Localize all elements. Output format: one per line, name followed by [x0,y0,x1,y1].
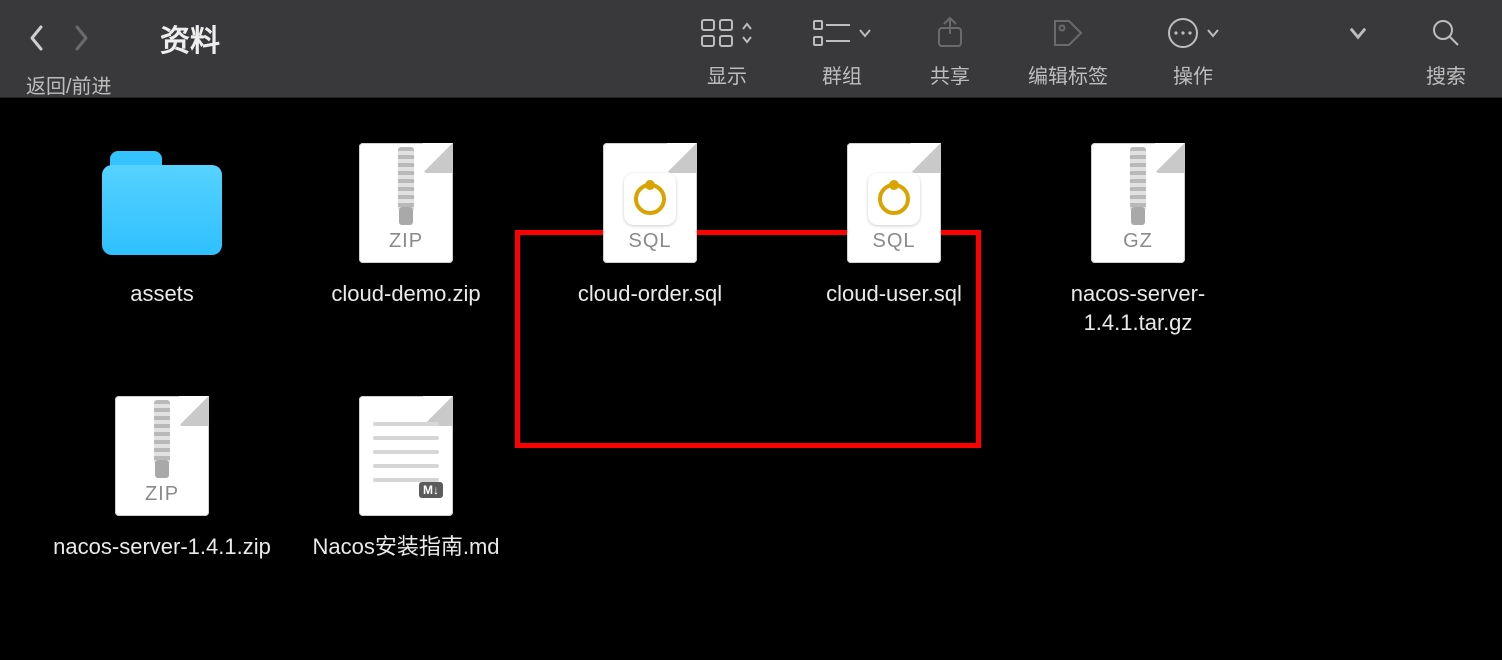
nav-row: 资料 [26,16,220,60]
file-label: assets [130,280,194,309]
toolbar-right: 显示 群组 共享 [700,0,1466,89]
file-item-sql[interactable]: SQL cloud-order.sql [528,138,772,337]
toolbar-action[interactable]: 操作 [1166,14,1220,89]
zip-file-icon: ZIP [346,138,466,268]
file-ext: SQL [603,230,697,253]
file-ext: SQL [847,230,941,253]
toolbar-share-label: 共享 [930,60,970,89]
file-item-gz[interactable]: GZ nacos-server-1.4.1.tar.gz [1016,138,1260,337]
file-label: cloud-user.sql [826,280,962,309]
group-icon [812,14,872,52]
sql-file-icon: SQL [834,138,954,268]
file-ext: ZIP [359,230,453,253]
toolbar-overflow[interactable] [1348,14,1368,60]
toolbar-action-label: 操作 [1173,60,1213,89]
grid-view-icon [700,14,754,52]
action-icon [1166,14,1220,52]
window-title: 资料 [160,16,220,60]
toolbar-group-label: 群组 [822,60,862,89]
toolbar-left: 资料 返回/前进 [26,0,220,99]
file-ext: ZIP [115,483,209,506]
forward-button[interactable] [70,20,92,56]
toolbar-search-label: 搜索 [1426,60,1466,89]
chevron-down-icon [1348,14,1368,52]
toolbar-search[interactable]: 搜索 [1426,14,1466,89]
file-item-md[interactable]: M↓ Nacos安装指南.md [284,391,528,562]
file-label: nacos-server-1.4.1.tar.gz [1023,280,1253,337]
gz-file-icon: GZ [1078,138,1198,268]
tag-icon [1051,14,1085,52]
toolbar-group[interactable]: 群组 [812,14,872,89]
file-label: Nacos安装指南.md [312,533,499,562]
sql-file-icon: SQL [590,138,710,268]
file-label: cloud-demo.zip [331,280,480,309]
toolbar-tags-label: 编辑标签 [1028,60,1108,89]
up-down-icon [740,20,754,46]
navicat-icon [624,173,676,225]
back-button[interactable] [26,20,48,56]
toolbar-view-label: 显示 [707,60,747,89]
chevron-down-icon [1206,26,1220,40]
share-icon [935,14,965,52]
toolbar: 资料 返回/前进 显示 [0,0,1502,98]
file-ext: GZ [1091,230,1185,253]
file-label: nacos-server-1.4.1.zip [53,533,271,562]
navicat-icon [868,173,920,225]
toolbar-view[interactable]: 显示 [700,14,754,89]
file-item-sql[interactable]: SQL cloud-user.sql [772,138,1016,337]
file-grid: assets ZIP cloud-demo.zip SQL cloud-orde… [0,98,1502,602]
toolbar-tags[interactable]: 编辑标签 [1028,14,1108,89]
file-item-zip[interactable]: ZIP nacos-server-1.4.1.zip [40,391,284,562]
toolbar-share[interactable]: 共享 [930,14,970,89]
zip-file-icon: ZIP [102,391,222,521]
md-file-icon: M↓ [346,391,466,521]
file-item-zip[interactable]: ZIP cloud-demo.zip [284,138,528,337]
file-label: cloud-order.sql [578,280,722,309]
nav-caption: 返回/前进 [26,70,220,99]
chevron-down-icon [858,26,872,40]
file-item-folder[interactable]: assets [40,138,284,337]
search-icon [1430,14,1462,52]
folder-icon [102,138,222,268]
